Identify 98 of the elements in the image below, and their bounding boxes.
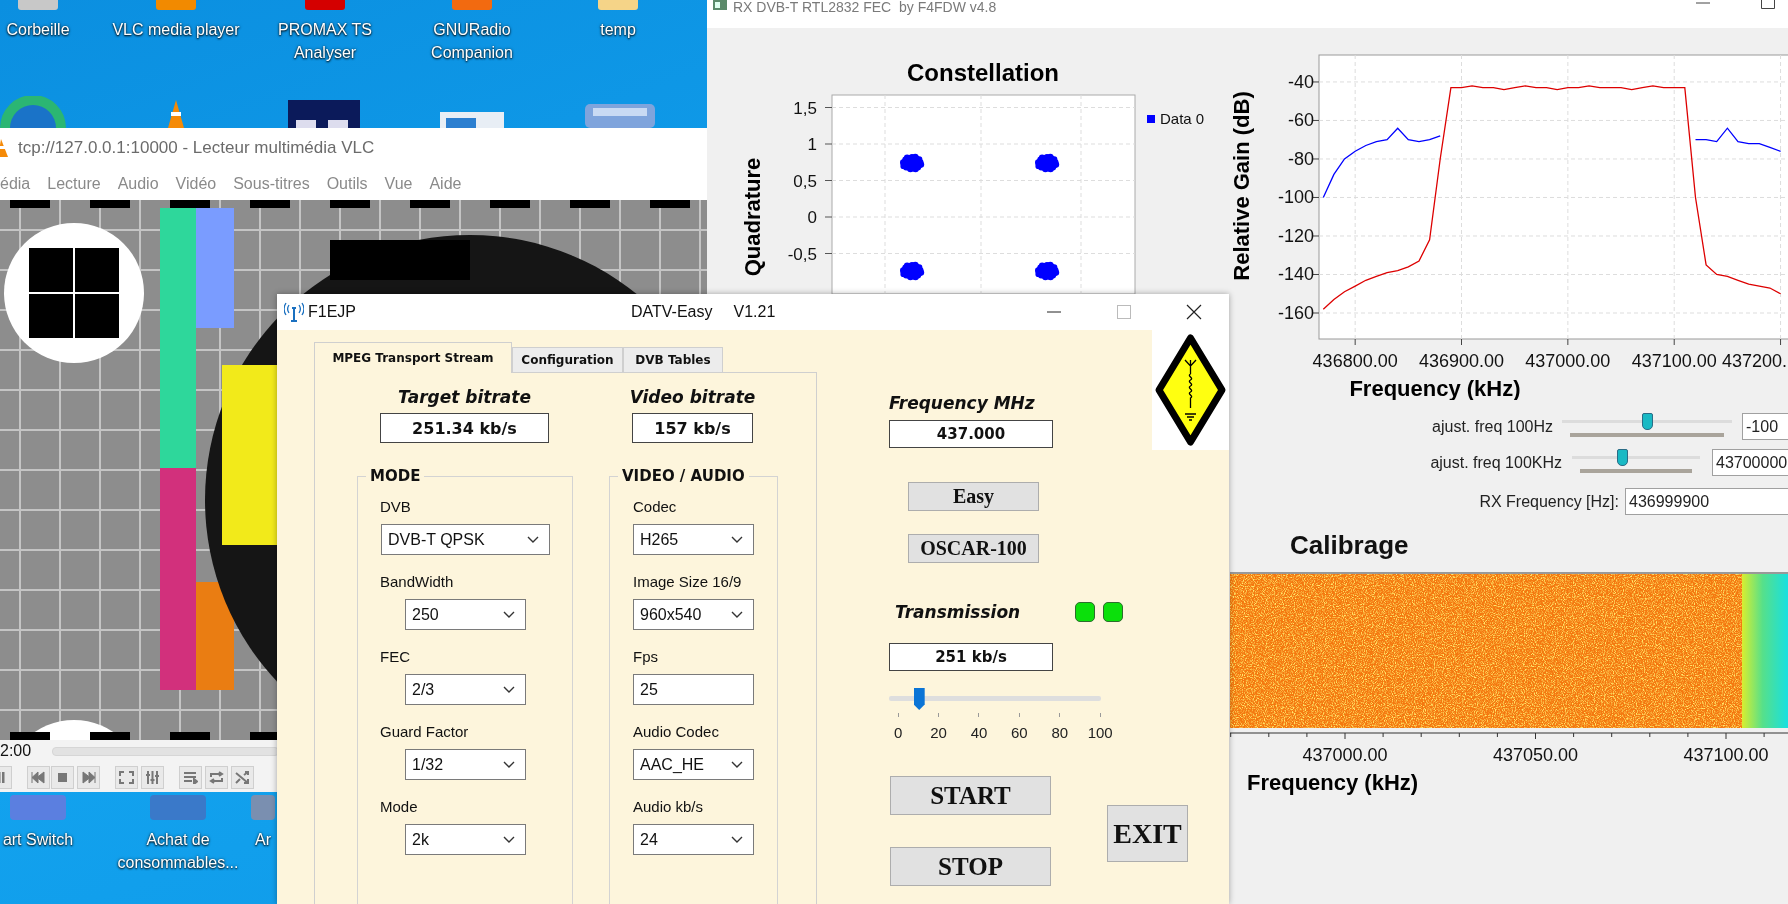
input-field[interactable]: 436999900 <box>1625 488 1788 515</box>
dropdown[interactable]: 2/3 <box>405 674 526 705</box>
menu-item[interactable]: Aide <box>429 175 462 193</box>
version-label: V1.21 <box>733 303 776 321</box>
dropdown[interactable]: H265 <box>633 524 754 555</box>
section-title: Calibrage <box>1289 530 1410 560</box>
tick-label: 0 <box>807 208 817 227</box>
window-title: RX DVB-T RTL2832 FEC by F4FDW v4.8 <box>733 0 997 15</box>
dropdown[interactable]: 2k <box>405 824 526 855</box>
field-label: Audio Codec <box>633 722 720 742</box>
tick-label: 437200. <box>1721 351 1787 371</box>
field-label: Frequency MHz <box>889 393 1036 413</box>
field-label: Transmission <box>895 601 1022 623</box>
legend-label: Data 0 <box>1160 110 1205 127</box>
value-display: 437.000 <box>889 420 1053 448</box>
tick-label: -80 <box>1288 148 1314 169</box>
tab[interactable]: DVB Tables <box>623 347 723 372</box>
tick-label: 437000.00 <box>1302 745 1388 765</box>
menu-item[interactable]: édia <box>0 175 31 193</box>
field-label: Codec <box>633 497 678 517</box>
tick-label: -120 <box>1277 226 1314 246</box>
menu-item[interactable]: Vue <box>384 175 413 193</box>
tick-label: 0 <box>894 724 903 741</box>
tick-label: -140 <box>1277 264 1314 285</box>
field-label: ajust. freq 100KHz <box>1429 453 1562 472</box>
tick-label: 437100.00 <box>1683 745 1769 765</box>
menu-item[interactable]: Sous-titres <box>233 175 310 193</box>
input-field[interactable]: 43700000 <box>1712 449 1788 476</box>
tick-label: 0,5 <box>793 171 817 191</box>
input-field[interactable]: -100 <box>1742 413 1788 440</box>
value-display: 251.34 kb/s <box>380 413 549 443</box>
dropdown[interactable]: DVB-T QPSK <box>381 524 550 555</box>
preset-button[interactable]: Easy <box>908 482 1039 511</box>
icon-label: GNURadio Companion <box>430 20 514 63</box>
tab[interactable]: MPEG Transport Stream <box>314 342 512 373</box>
field-label: FEC <box>380 647 411 667</box>
tick-label: 1,5 <box>793 98 817 118</box>
dropdown[interactable]: 1/32 <box>405 749 526 780</box>
start-button[interactable]: START <box>890 776 1051 815</box>
field-label: RX Frequency [Hz]: <box>1478 492 1619 511</box>
menu-item[interactable]: Outils <box>326 175 368 193</box>
group-title: VIDEO / AUDIO <box>621 466 746 486</box>
tick-label: 40 <box>970 724 988 741</box>
menu-item[interactable]: Vidéo <box>175 175 217 193</box>
tick-label: 437050.00 <box>1492 745 1579 765</box>
tick-label: -40 <box>1288 71 1314 92</box>
preset-button[interactable]: OSCAR-100 <box>908 534 1039 563</box>
stop-button[interactable]: STOP <box>890 847 1051 886</box>
icon-label: Corbeille <box>6 20 70 40</box>
tick-label: 80 <box>1051 724 1069 741</box>
field-label: Mode <box>380 797 419 817</box>
icon-label: Achat de consommables... <box>116 830 240 873</box>
dropdown[interactable]: 24 <box>633 824 754 855</box>
time-label: 2:00 <box>0 742 33 760</box>
field-label: Image Size 16/9 <box>633 572 743 592</box>
icon-label: PROMAX TS Analyser <box>277 20 373 63</box>
input-field[interactable]: 25 <box>633 674 754 705</box>
tick-label: -0,5 <box>787 244 817 264</box>
field-label: BandWidth <box>380 572 455 592</box>
dropdown[interactable]: 960x540 <box>633 599 754 630</box>
window-title: tcp://127.0.0.1:10000 - Lecteur multimédia VLC <box>18 138 375 158</box>
icon-label: VLC media player <box>112 20 240 40</box>
tick-label: 436900.00 <box>1418 351 1505 371</box>
icon-label: Ar <box>255 830 271 850</box>
icon-label: temp <box>600 20 636 40</box>
axis-title: Quadrature <box>740 157 765 277</box>
tick-label: 436800.00 <box>1312 351 1398 371</box>
field-label: Audio kb/s <box>633 797 705 817</box>
tick-label: 437000.00 <box>1525 351 1611 371</box>
value-display: 157 kb/s <box>632 413 753 443</box>
tick-label: 20 <box>930 724 947 741</box>
exit-button[interactable]: EXIT <box>1107 805 1188 862</box>
window-title: F1EJP <box>308 303 356 321</box>
tick-label: 437100.00 <box>1631 351 1717 371</box>
axis-title: Relative Gain (dB) <box>1230 91 1254 281</box>
tick-label: 1 <box>807 135 817 154</box>
axis-title: Frequency (kHz) <box>1247 770 1419 795</box>
tick-label: 60 <box>1011 724 1028 741</box>
tab[interactable]: Configuration <box>512 347 623 372</box>
field-label: Video bitrate <box>629 386 756 408</box>
axis-title: Frequency (kHz) <box>1349 376 1521 400</box>
field-label: Target bitrate <box>398 386 531 408</box>
tick-label: -160 <box>1277 303 1314 323</box>
field-label: ajust. freq 100Hz <box>1431 417 1553 436</box>
field-label: Fps <box>633 647 659 667</box>
group-title: MODE <box>369 466 422 486</box>
icon-label: art Switch <box>2 830 74 850</box>
chart-title: Constellation <box>907 59 1059 86</box>
menu-item[interactable]: Audio <box>117 175 159 193</box>
window-title: DATV-Easy <box>631 303 713 321</box>
value-display: 251 kb/s <box>889 643 1053 671</box>
tick-label: 100 <box>1087 724 1113 741</box>
field-label: Guard Factor <box>380 722 470 742</box>
tick-label: -60 <box>1288 110 1314 131</box>
field-label: DVB <box>380 497 412 517</box>
dropdown[interactable]: 250 <box>405 599 526 630</box>
tick-label: -100 <box>1277 187 1314 208</box>
dropdown[interactable]: AAC_HE <box>633 749 754 780</box>
